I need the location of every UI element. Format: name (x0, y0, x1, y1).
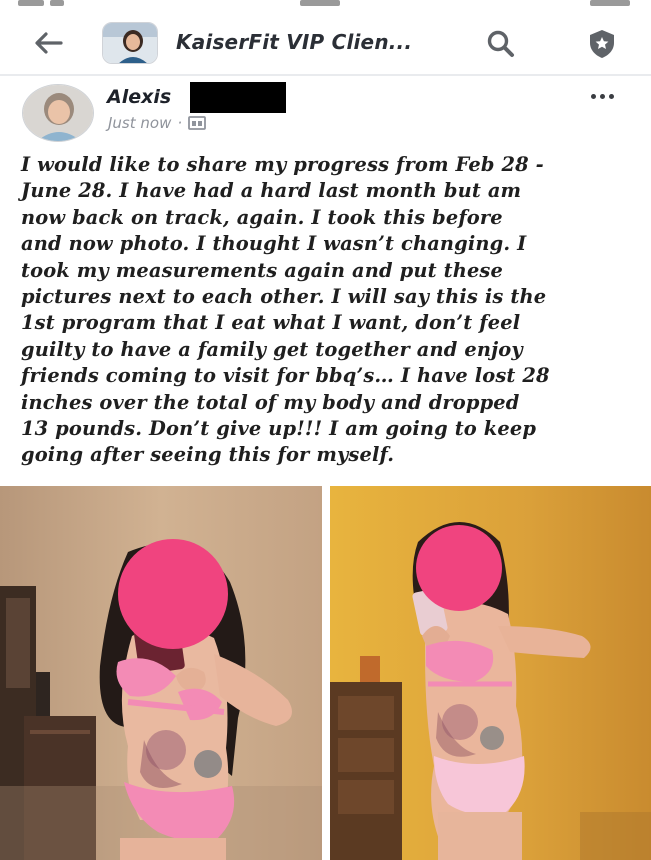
back-button[interactable] (28, 26, 68, 60)
author-name[interactable]: Alexis (107, 86, 171, 108)
group-thumbnail[interactable] (102, 22, 158, 64)
post-text-line: guilty to have a family get together and… (21, 337, 523, 361)
status-bar-battery (590, 0, 630, 6)
post-header: Alexis Just now · (0, 78, 651, 150)
post-text-line: I would like to share my progress from F… (21, 153, 544, 176)
group-thumbnail-image (103, 23, 157, 63)
after-photo[interactable] (330, 486, 651, 860)
shield-star-icon (590, 30, 614, 58)
redaction-bar (190, 82, 286, 113)
more-dot-icon (590, 93, 596, 99)
status-bar-clock (300, 0, 340, 6)
status-bar (0, 0, 651, 10)
search-icon (487, 30, 514, 57)
app-header: KaiserFit VIP Clien... (0, 10, 651, 76)
more-dot-icon (608, 93, 614, 99)
avatar[interactable] (22, 84, 94, 142)
more-options-button[interactable] (582, 84, 622, 108)
post-meta: Just now · (108, 114, 207, 132)
post-text-line: and now photo. I thought I wasn’t changi… (21, 232, 527, 256)
post-text-line: 1st program that I eat what I want, don’… (21, 311, 521, 335)
photo-grid (0, 486, 651, 860)
group-audience-icon (188, 116, 207, 130)
admin-shield-button[interactable] (580, 26, 624, 62)
post-text-line: took my measurements again and put these (21, 258, 503, 282)
post-text-line: friends coming to visit for bbq’s… I hav… (21, 364, 550, 388)
search-button[interactable] (481, 26, 521, 62)
post-text-line: 13 pounds. Don’t give up!!! I am going t… (21, 417, 537, 441)
post-text-line: June 28. I have had a hard last month bu… (21, 179, 522, 203)
post-text-line: pictures next to each other. I will say … (21, 285, 547, 309)
before-photo-image (0, 486, 322, 860)
post-text-line: now back on track, again. I took this be… (21, 205, 503, 229)
post-text-line: going after seeing this for myself. (21, 443, 395, 467)
status-bar-icons (18, 0, 44, 6)
post-timestamp[interactable]: Just now (108, 114, 171, 132)
after-photo-image (330, 486, 651, 860)
before-photo[interactable] (0, 486, 322, 860)
back-arrow-icon (35, 32, 63, 54)
group-title[interactable]: KaiserFit VIP Clien... (176, 30, 412, 54)
avatar-image (23, 85, 93, 141)
meta-separator: · (177, 114, 183, 132)
status-bar-icons (50, 0, 64, 6)
post-body: I would like to share my progress from F… (21, 152, 637, 469)
post-text-line: inches over the total of my body and dro… (21, 390, 520, 414)
more-dot-icon (599, 93, 605, 99)
